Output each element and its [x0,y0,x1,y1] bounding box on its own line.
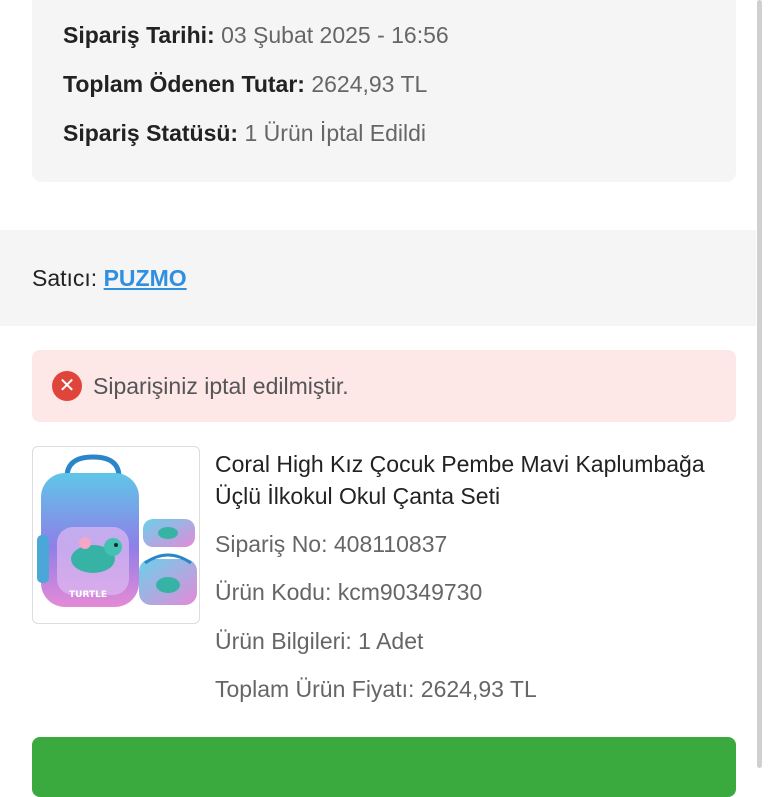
backpack-set-image: TURTLE [37,454,197,607]
seller-section: Satıcı: PUZMO [0,230,756,326]
order-date-label: Sipariş Tarihi: [63,22,215,48]
order-total-label: Toplam Ödenen Tutar: [63,71,305,97]
product-code: Ürün Kodu: kcm90349730 [215,579,483,605]
product-info: Ürün Bilgileri: 1 Adet [215,628,424,654]
seller-label: Satıcı: [32,265,98,291]
order-total-row: Toplam Ödenen Tutar: 2624,93 TL [63,71,427,98]
product-total-price: Toplam Ürün Fiyatı: 2624,93 TL [215,676,537,702]
order-status-value: 1 Ürün İptal Edildi [244,120,427,146]
product-title[interactable]: Coral High Kız Çocuk Pembe Mavi Kaplumba… [215,448,745,512]
seller-line: Satıcı: PUZMO [32,265,187,292]
order-date-value: 03 Şubat 2025 - 16:56 [221,22,449,48]
cancel-circle-icon: ✕ [52,371,82,401]
order-summary-card: Sipariş Tarihi: 03 Şubat 2025 - 16:56 To… [32,0,736,182]
cancel-alert: ✕ Siparişiniz iptal edilmiştir. [32,350,736,422]
order-status-label: Sipariş Statüsü: [63,120,239,146]
order-date-row: Sipariş Tarihi: 03 Şubat 2025 - 16:56 [63,22,449,49]
product-image-brand-text: TURTLE [69,590,107,600]
product-image[interactable]: TURTLE [32,446,200,624]
primary-action-button[interactable] [32,737,736,797]
order-status-row: Sipariş Statüsü: 1 Ürün İptal Edildi [63,120,426,147]
product-order-number: Sipariş No: 408110837 [215,531,448,557]
order-total-value: 2624,93 TL [311,71,428,97]
scrollbar[interactable] [757,0,762,768]
seller-link[interactable]: PUZMO [104,265,187,291]
cancel-alert-message: Siparişiniz iptal edilmiştir. [93,373,349,399]
